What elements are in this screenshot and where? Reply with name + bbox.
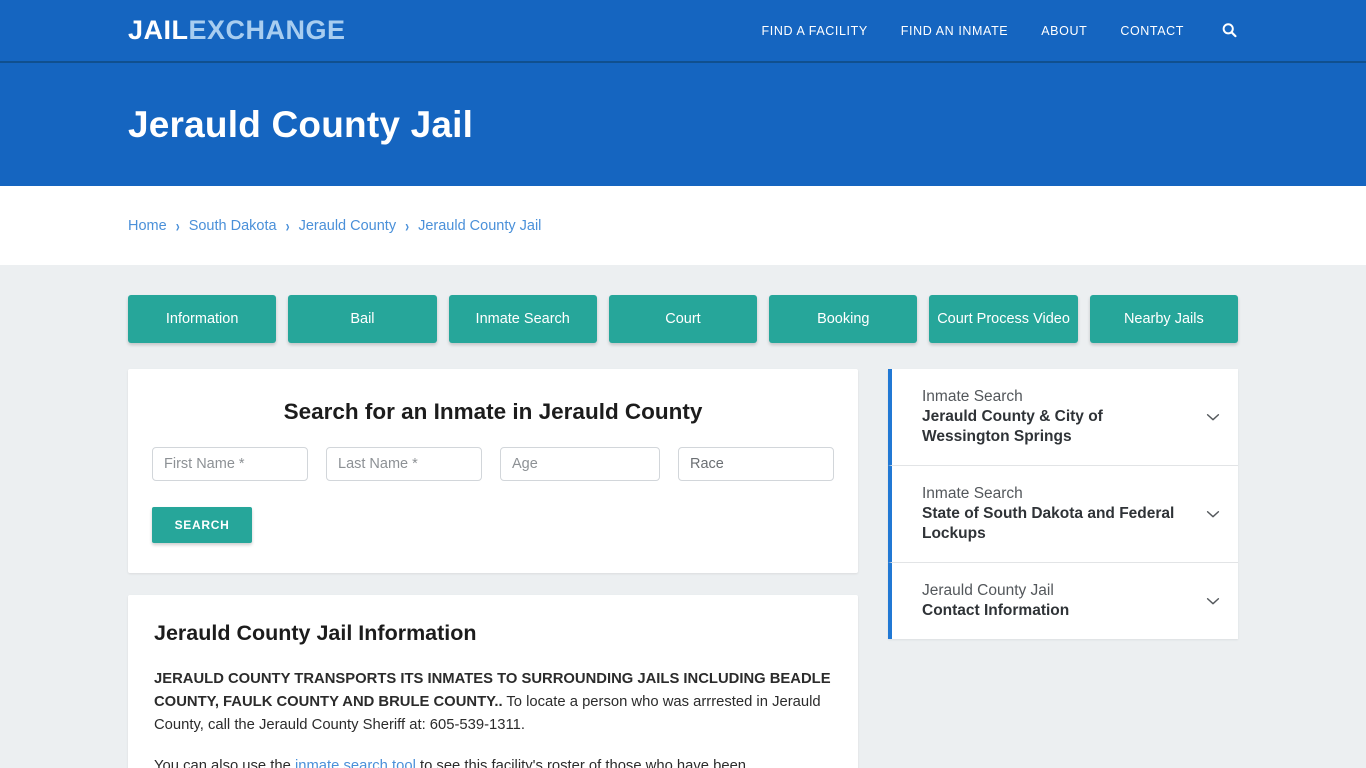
jail-information-paragraph-1: JERAULD COUNTY TRANSPORTS ITS INMATES TO… (154, 668, 832, 737)
search-icon[interactable] (1221, 22, 1238, 39)
tab-court[interactable]: Court (608, 295, 758, 343)
first-name-input[interactable] (152, 447, 308, 481)
breadcrumb: Home › South Dakota › Jerauld County › J… (128, 216, 541, 235)
inmate-search-fields: Race (152, 447, 834, 481)
nav-item-contact[interactable]: CONTACT (1120, 24, 1184, 38)
accordion-label-group: Inmate Search Jerauld County & City of W… (922, 387, 1192, 447)
primary-nav-links: FIND A FACILITY FIND AN INMATE ABOUT CON… (762, 22, 1238, 39)
breadcrumb-item-home[interactable]: Home (128, 218, 167, 234)
accordion-subtitle: Inmate Search (922, 485, 1023, 502)
tab-bail[interactable]: Bail (288, 295, 437, 343)
accordion-item-inmate-search-state[interactable]: Inmate Search State of South Dakota and … (888, 466, 1238, 563)
page-title-band: Jerauld County Jail (0, 63, 1366, 186)
sidebar-column: Inmate Search Jerauld County & City of W… (888, 369, 1238, 639)
accordion-subtitle: Jerauld County Jail (922, 582, 1054, 599)
nav-item-find-an-inmate[interactable]: FIND AN INMATE (901, 24, 1008, 38)
nav-item-about[interactable]: ABOUT (1041, 24, 1087, 38)
accordion-item-contact-information[interactable]: Jerauld County Jail Contact Information (888, 563, 1238, 639)
tab-information[interactable]: Information (128, 295, 277, 343)
breadcrumb-item-jerauld-county[interactable]: Jerauld County (299, 218, 397, 234)
main-column: Search for an Inmate in Jerauld County R… (128, 369, 858, 768)
accordion-title: State of South Dakota and Federal Lockup… (922, 505, 1175, 542)
paragraph-2-suffix: to see this facility's roster of those w… (415, 758, 747, 768)
age-input[interactable] (500, 447, 660, 481)
content-columns: Search for an Inmate in Jerauld County R… (128, 369, 1238, 768)
jail-information-heading: Jerauld County Jail Information (154, 621, 477, 645)
page-title: Jerauld County Jail (128, 103, 474, 145)
chevron-down-icon[interactable] (1204, 505, 1222, 523)
breadcrumb-item-south-dakota[interactable]: South Dakota (189, 218, 277, 234)
top-navigation-bar: JAILEXCHANGE FIND A FACILITY FIND AN INM… (0, 0, 1366, 63)
logo-text-jail: JAIL (128, 15, 189, 45)
breadcrumb-separator-icon: › (285, 216, 290, 235)
breadcrumb-separator-icon: › (175, 216, 180, 235)
inmate-search-card: Search for an Inmate in Jerauld County R… (128, 369, 858, 573)
page-content: Information Bail Inmate Search Court Boo… (0, 265, 1366, 768)
tab-court-process-video[interactable]: Court Process Video (929, 295, 1078, 343)
inmate-search-heading: Search for an Inmate in Jerauld County (283, 399, 703, 424)
jail-information-paragraph-2: You can also use the inmate search tool … (154, 755, 832, 768)
jail-information-card: Jerauld County Jail Information JERAULD … (128, 595, 858, 768)
breadcrumb-item-jerauld-county-jail[interactable]: Jerauld County Jail (418, 218, 541, 234)
tab-booking[interactable]: Booking (769, 295, 918, 343)
breadcrumb-separator-icon: › (405, 216, 410, 235)
chevron-down-icon[interactable] (1204, 592, 1222, 610)
breadcrumb-band: Home › South Dakota › Jerauld County › J… (0, 186, 1366, 265)
accordion-item-inmate-search-county[interactable]: Inmate Search Jerauld County & City of W… (888, 369, 1238, 466)
accordion-label-group: Inmate Search State of South Dakota and … (922, 484, 1192, 544)
search-button[interactable]: SEARCH (152, 507, 252, 543)
tab-nearby-jails[interactable]: Nearby Jails (1089, 295, 1238, 343)
race-select[interactable]: Race (678, 447, 834, 481)
accordion-title: Jerauld County & City of Wessington Spri… (922, 408, 1103, 445)
inmate-search-tool-link[interactable]: inmate search tool (295, 758, 416, 768)
chevron-down-icon[interactable] (1204, 408, 1222, 426)
tab-inmate-search[interactable]: Inmate Search (448, 295, 597, 343)
paragraph-2-prefix: You can also use the (154, 758, 295, 768)
logo-text-exchange: EXCHANGE (188, 15, 346, 45)
section-tabs: Information Bail Inmate Search Court Boo… (128, 295, 1238, 343)
last-name-input[interactable] (326, 447, 482, 481)
site-logo[interactable]: JAILEXCHANGE (128, 17, 346, 44)
accordion-subtitle: Inmate Search (922, 388, 1023, 405)
accordion-title: Contact Information (922, 602, 1070, 619)
accordion-label-group: Jerauld County Jail Contact Information (922, 581, 1192, 621)
nav-item-find-a-facility[interactable]: FIND A FACILITY (762, 24, 868, 38)
